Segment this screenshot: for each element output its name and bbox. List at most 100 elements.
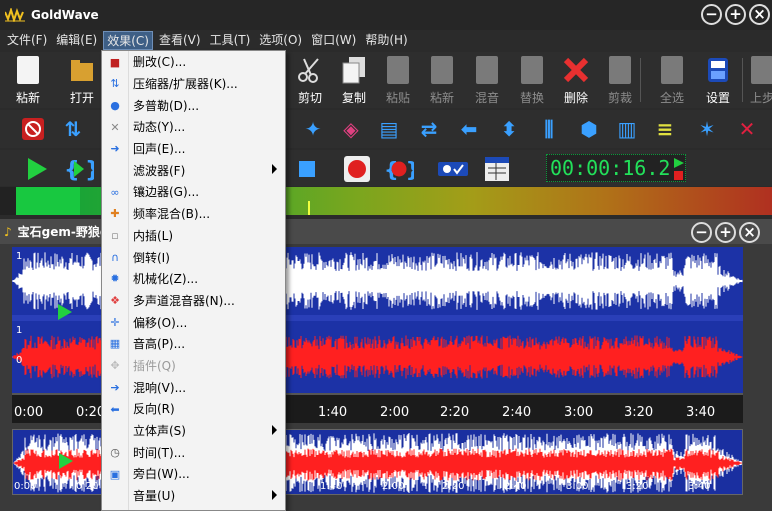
toolbar-button-2[interactable]: 剪切 xyxy=(290,54,330,106)
delete-change-icon: ■ xyxy=(109,55,121,69)
overview-timeline-label: 2:40 xyxy=(504,481,527,492)
spectrum-icon[interactable]: ≡ xyxy=(650,114,680,144)
toolbar-button-0[interactable]: 粘新 xyxy=(8,54,48,106)
filter-icon xyxy=(108,163,122,177)
marker-icon[interactable] xyxy=(438,154,468,184)
menu-3[interactable]: 查看(V) xyxy=(156,31,204,50)
effects-menu-item-label: 删改(C)... xyxy=(133,55,187,70)
effects-menu-item[interactable]: ✕ 动态(Y)... xyxy=(102,116,285,138)
effects-menu-item[interactable]: ● 多普勒(D)... xyxy=(102,94,285,116)
play-selection-icon[interactable]: {} xyxy=(64,154,94,184)
compressor-icon: ⇅ xyxy=(110,77,120,91)
effects-menu-item-label: 压缩器/扩展器(K)... xyxy=(133,77,238,92)
toolbar-button-5[interactable]: 粘新 xyxy=(422,54,462,106)
expand-icon[interactable]: ✦ xyxy=(298,114,328,144)
effects-menu-item-label: 动态(Y)... xyxy=(133,120,186,135)
effects-menu-item[interactable]: ∞ 镶边器(G)... xyxy=(102,181,285,203)
submenu-arrow-icon xyxy=(272,489,277,500)
effects-menu-item-label: 频率混合(B)... xyxy=(133,207,211,222)
up-down-icon[interactable]: ⬍ xyxy=(494,114,524,144)
toolbar-button-9[interactable]: 剪裁 xyxy=(600,54,640,106)
previous-icon xyxy=(747,56,772,84)
maximize-button[interactable]: + xyxy=(725,4,746,25)
menu-2[interactable]: 效果(C) xyxy=(103,30,153,50)
overview-timeline-label: 3:40 xyxy=(688,481,711,492)
stereo-icon xyxy=(108,424,122,438)
minimize-button[interactable]: − xyxy=(701,4,722,25)
play-icon[interactable] xyxy=(22,154,52,184)
cue-points-icon[interactable] xyxy=(482,154,512,184)
effects-menu-item[interactable]: ✚ 频率混合(B)... xyxy=(102,203,285,225)
toolbar-button-label: 粘贴 xyxy=(385,91,410,105)
menu-4[interactable]: 工具(T) xyxy=(207,31,254,50)
timeline-label: 3:00 xyxy=(564,405,594,420)
sound-close-button[interactable]: × xyxy=(739,222,760,243)
effects-menu-item[interactable]: ▦ 音高(P)... xyxy=(102,333,285,355)
effects-menu-item-label: 回声(E)... xyxy=(133,142,186,157)
offset-icon: ✛ xyxy=(110,315,120,329)
mechanize-icon: ✹ xyxy=(110,272,120,286)
bars-icon[interactable]: ▥ xyxy=(612,114,642,144)
toolbar-button-8[interactable]: 删除 xyxy=(556,54,596,106)
toolbar-button-12[interactable]: 上步 xyxy=(742,54,772,106)
effects-menu-item[interactable]: ✹ 机械化(Z)... xyxy=(102,268,285,290)
timeline-label: 3:20 xyxy=(624,405,654,420)
toolbar-button-6[interactable]: 混音 xyxy=(467,54,507,106)
settings-icon xyxy=(703,56,733,84)
effects-menu-item[interactable]: ■ 删改(C)... xyxy=(102,51,285,73)
stop-record-icon[interactable] xyxy=(18,114,48,144)
sound-minimize-button[interactable]: − xyxy=(691,222,712,243)
maximize-vertical-icon[interactable]: ⇅ xyxy=(58,114,88,144)
effects-menu-item[interactable]: ◷ 时间(T)... xyxy=(102,441,285,463)
effects-menu-item[interactable]: 滤波器(F) xyxy=(102,159,285,181)
record-icon[interactable] xyxy=(342,154,372,184)
effects-menu-item[interactable]: ➜ 回声(E)... xyxy=(102,138,285,160)
close-button[interactable]: × xyxy=(749,4,770,25)
effects-menu-item[interactable]: ▣ 旁白(W)... xyxy=(102,463,285,485)
menu-bar: 文件(F) 编辑(E) 效果(C) 查看(V) 工具(T) 选项(O) 窗口(W) 帮助(H) xyxy=(0,30,772,50)
toolbar-button-4[interactable]: 粘贴 xyxy=(378,54,418,106)
sparkle-icon[interactable]: ✶ xyxy=(692,114,722,144)
stop-icon[interactable] xyxy=(292,154,322,184)
toolbar-button-3[interactable]: 复制 xyxy=(334,54,374,106)
sound-maximize-button[interactable]: + xyxy=(715,222,736,243)
color-icon[interactable]: ◈ xyxy=(336,114,366,144)
submenu-arrow-icon xyxy=(272,164,277,175)
chart-icon[interactable]: ▤ xyxy=(374,114,404,144)
play-flag-icon[interactable] xyxy=(664,154,694,184)
layers-icon[interactable]: ⬢ xyxy=(574,114,604,144)
effects-menu-item[interactable]: ∩ 倒转(I) xyxy=(102,246,285,268)
overview-timeline-label: 1:40 xyxy=(320,481,343,492)
toolbar-button-7[interactable]: 替换 xyxy=(512,54,552,106)
select-all-icon xyxy=(657,56,687,84)
menu-6[interactable]: 窗口(W) xyxy=(308,31,359,50)
playback-position-icon xyxy=(58,304,72,320)
menu-1[interactable]: 编辑(E) xyxy=(53,31,100,50)
toolbar-button-1[interactable]: 打开 xyxy=(62,54,102,106)
record-selection-icon[interactable]: {} xyxy=(384,154,414,184)
tools-icon[interactable]: ✕ xyxy=(732,114,762,144)
title-bar: GoldWave − + × xyxy=(0,0,772,30)
menu-7[interactable]: 帮助(H) xyxy=(362,31,410,50)
equalizer-icon[interactable]: ⫼ xyxy=(534,114,564,144)
effects-menu-item[interactable]: ⇅ 压缩器/扩展器(K)... xyxy=(102,73,285,95)
effects-menu-item[interactable]: 立体声(S) xyxy=(102,420,285,442)
time-icon: ◷ xyxy=(110,445,120,459)
effects-menu-item-label: 倒转(I) xyxy=(133,250,170,265)
toolbar-button-11[interactable]: 设置 xyxy=(698,54,738,106)
effects-menu-item[interactable]: 音量(U) xyxy=(102,485,285,507)
arrow-left-icon[interactable]: ⬅ xyxy=(454,114,484,144)
effects-menu-item[interactable]: ➔ 混响(V)... xyxy=(102,376,285,398)
toolbar-button-10[interactable]: 全选 xyxy=(652,54,692,106)
flanger-icon: ∞ xyxy=(110,185,120,199)
swap-icon[interactable]: ⇄ xyxy=(414,114,444,144)
effects-menu-item[interactable]: ✥ 插件(Q) xyxy=(102,355,285,377)
effects-menu-item[interactable]: ✛ 偏移(O)... xyxy=(102,311,285,333)
menu-0[interactable]: 文件(F) xyxy=(4,31,50,50)
effects-menu-item[interactable]: ❖ 多声道混音器(N)... xyxy=(102,290,285,312)
effects-menu-item[interactable]: ▫ 内插(L) xyxy=(102,225,285,247)
effects-menu-item[interactable]: ⬅ 反向(R) xyxy=(102,398,285,420)
menu-5[interactable]: 选项(O) xyxy=(256,31,305,50)
volume-icon xyxy=(108,489,122,503)
echo-icon: ➜ xyxy=(110,142,120,156)
